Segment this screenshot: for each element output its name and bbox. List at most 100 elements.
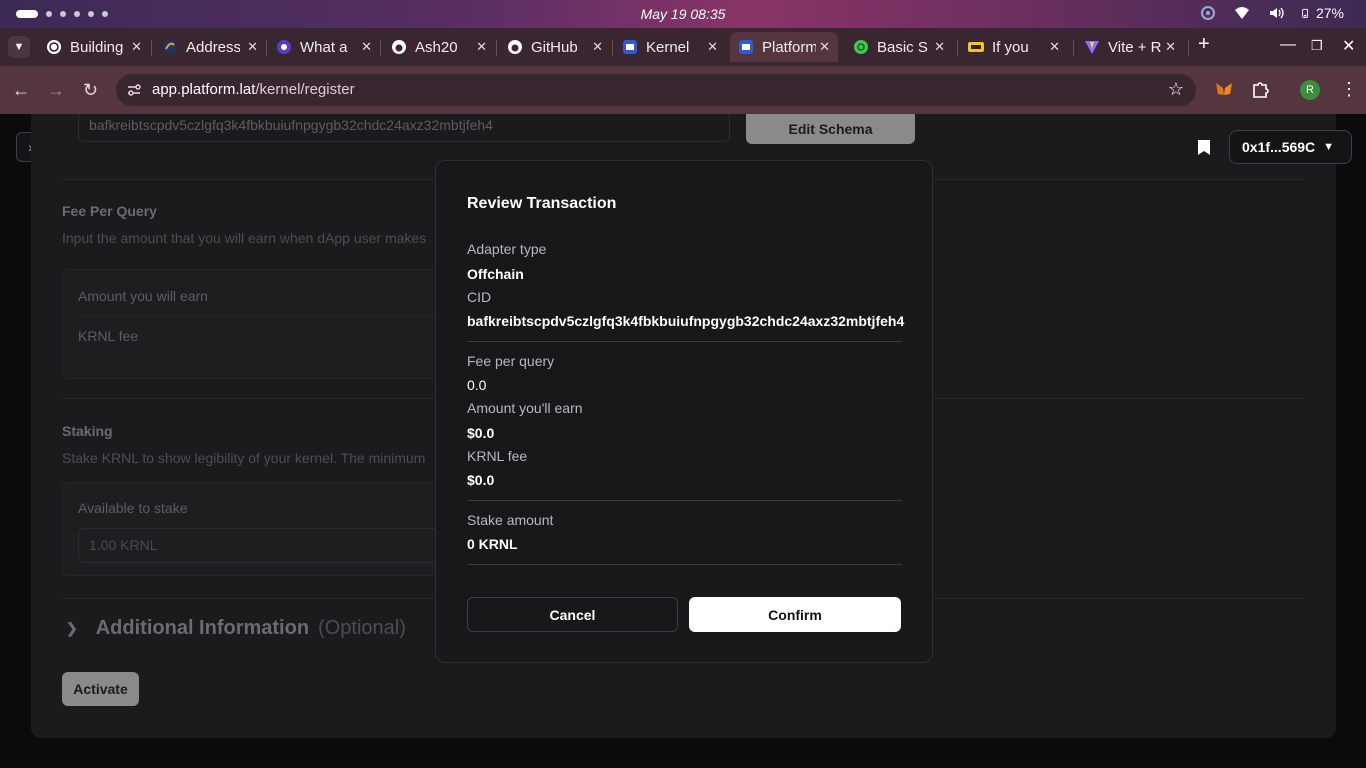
- browser-tab-active[interactable]: Platform ✕: [730, 32, 838, 62]
- optional-label: (Optional): [318, 617, 406, 639]
- cid-input[interactable]: bafkreibtscpdv5czlgfq3k4fbkbuiufnpgygb32…: [78, 114, 730, 142]
- fee-summary-box: [62, 269, 442, 379]
- cid-label: CID: [467, 289, 492, 305]
- review-transaction-modal: Review Transaction Adapter type Offchain…: [435, 160, 933, 663]
- browser-tab[interactable]: What a ✕: [276, 32, 372, 62]
- globe-icon: [854, 40, 868, 54]
- fee-per-query-label: Fee per query: [467, 353, 555, 369]
- close-tab-icon[interactable]: ✕: [476, 39, 487, 55]
- url-path: /kernel/register: [255, 81, 355, 98]
- tab-divider: [1188, 40, 1189, 56]
- url-host: app.platform.lat: [152, 81, 256, 98]
- new-tab-button[interactable]: +: [1198, 33, 1210, 56]
- fee-section-description: Input the amount that you will earn when…: [62, 230, 427, 246]
- browser-tab[interactable]: Building ✕: [46, 32, 142, 62]
- chat-icon: [277, 40, 291, 54]
- row-divider: [78, 316, 442, 317]
- browser-tab[interactable]: Kernel ✕: [622, 32, 718, 62]
- close-tab-icon[interactable]: ✕: [1165, 39, 1176, 55]
- staking-section-description: Stake KRNL to show legibility of your ke…: [62, 450, 426, 466]
- browser-tab[interactable]: Ash20 ✕: [391, 32, 487, 62]
- tab-divider: [957, 40, 958, 56]
- browser-tab[interactable]: If you ✕: [968, 32, 1060, 62]
- stake-amount-input[interactable]: 1.00 KRNL: [78, 528, 458, 563]
- browser-tab[interactable]: Vite + R ✕: [1084, 32, 1176, 62]
- system-clock[interactable]: May 19 08:35: [0, 6, 1366, 22]
- forward-arrow-icon[interactable]: →: [47, 80, 65, 101]
- chevron-right-icon: ❯: [66, 620, 78, 636]
- additional-info-title: Additional Information: [95, 617, 310, 639]
- close-tab-icon[interactable]: ✕: [361, 39, 372, 55]
- stake-amount-value: 0 KRNL: [467, 536, 518, 552]
- bookmark-icon[interactable]: [1197, 139, 1211, 156]
- fee-per-query-value: 0.0: [467, 377, 487, 393]
- accessibility-icon: [1200, 6, 1215, 20]
- wifi-icon: [1234, 7, 1249, 19]
- browser-tab[interactable]: Address ✕: [162, 32, 258, 62]
- close-tab-icon[interactable]: ✕: [934, 39, 945, 55]
- back-arrow-icon[interactable]: ←: [12, 80, 30, 101]
- tab-divider: [380, 40, 381, 56]
- close-tab-icon[interactable]: ✕: [592, 39, 603, 55]
- openai-icon: [47, 40, 61, 54]
- browser-menu-icon[interactable]: ⋮: [1340, 79, 1358, 100]
- chevron-down-icon: ▼: [13, 41, 25, 53]
- chevron-down-icon: ▼: [1323, 141, 1335, 153]
- krnl-icon: [623, 40, 637, 54]
- close-tab-icon[interactable]: ✕: [707, 39, 718, 55]
- edit-schema-button[interactable]: Edit Schema: [746, 114, 915, 144]
- volume-icon: [1269, 7, 1284, 19]
- available-to-stake-label: Available to stake: [78, 500, 188, 516]
- krnl-fee-label: KRNL fee: [78, 328, 139, 344]
- close-tab-icon[interactable]: ✕: [819, 39, 830, 55]
- vite-icon: [1085, 41, 1099, 54]
- wallet-account-button[interactable]: 0x1f...569C ▼: [1229, 130, 1352, 164]
- additional-info-toggle[interactable]: ❯ Additional Information (Optional): [66, 617, 406, 640]
- wallet-address: 0x1f...569C: [1242, 139, 1316, 155]
- krnl-fee-value: $0.0: [467, 472, 495, 488]
- modal-divider: [467, 564, 902, 565]
- tab-divider: [496, 40, 497, 56]
- extensions-puzzle-icon[interactable]: [1249, 79, 1271, 101]
- stake-amount-label: Stake amount: [467, 512, 554, 528]
- github-icon: [392, 40, 406, 54]
- minimize-icon[interactable]: —: [1280, 36, 1296, 54]
- reload-icon[interactable]: ↻: [83, 80, 98, 101]
- fee-section-title: Fee Per Query: [62, 203, 157, 219]
- profile-avatar[interactable]: R: [1300, 80, 1320, 100]
- github-icon: [508, 40, 522, 54]
- activate-button[interactable]: Activate: [62, 672, 139, 706]
- etherscan-icon: [163, 40, 177, 54]
- system-tray[interactable]: 27%: [1200, 5, 1344, 21]
- modal-divider: [467, 341, 902, 342]
- imdb-icon: [968, 42, 984, 52]
- battery-icon: [1302, 8, 1309, 18]
- tab-search-button[interactable]: ▼: [8, 36, 30, 58]
- metamask-icon[interactable]: [1213, 79, 1235, 101]
- site-info-icon[interactable]: [126, 82, 142, 98]
- modal-divider: [467, 500, 902, 501]
- browser-toolbar: ← → ↻ app.platform.lat/kernel/register ☆: [0, 66, 1366, 114]
- adapter-type-value: Offchain: [467, 266, 524, 282]
- staking-section-title: Staking: [62, 423, 113, 439]
- tab-divider: [612, 40, 613, 56]
- close-tab-icon[interactable]: ✕: [131, 39, 142, 55]
- browser-tab-strip: ▼ Building ✕ Address ✕ What a ✕ Ash20 ✕ …: [0, 28, 1366, 66]
- cancel-button[interactable]: Cancel: [467, 597, 678, 632]
- adapter-type-label: Adapter type: [467, 241, 547, 257]
- confirm-button[interactable]: Confirm: [689, 597, 901, 632]
- cid-value: bafkreibtscpdv5czlgfq3k4fbkbuiufnpgygb32…: [467, 313, 905, 329]
- close-window-icon[interactable]: ✕: [1342, 36, 1355, 56]
- browser-tab[interactable]: GitHub ✕: [507, 32, 603, 62]
- close-tab-icon[interactable]: ✕: [1049, 39, 1060, 55]
- bookmark-star-icon[interactable]: ☆: [1168, 79, 1184, 100]
- amount-earn-label: Amount you will earn: [78, 288, 208, 304]
- tab-divider: [151, 40, 152, 56]
- address-bar[interactable]: app.platform.lat/kernel/register ☆: [116, 74, 1196, 106]
- amount-earn-value: $0.0: [467, 425, 495, 441]
- krnl-fee-label: KRNL fee: [467, 448, 528, 464]
- tab-divider: [1073, 40, 1074, 56]
- close-tab-icon[interactable]: ✕: [247, 39, 258, 55]
- browser-tab[interactable]: Basic S ✕: [853, 32, 945, 62]
- restore-icon[interactable]: ❐: [1311, 38, 1323, 54]
